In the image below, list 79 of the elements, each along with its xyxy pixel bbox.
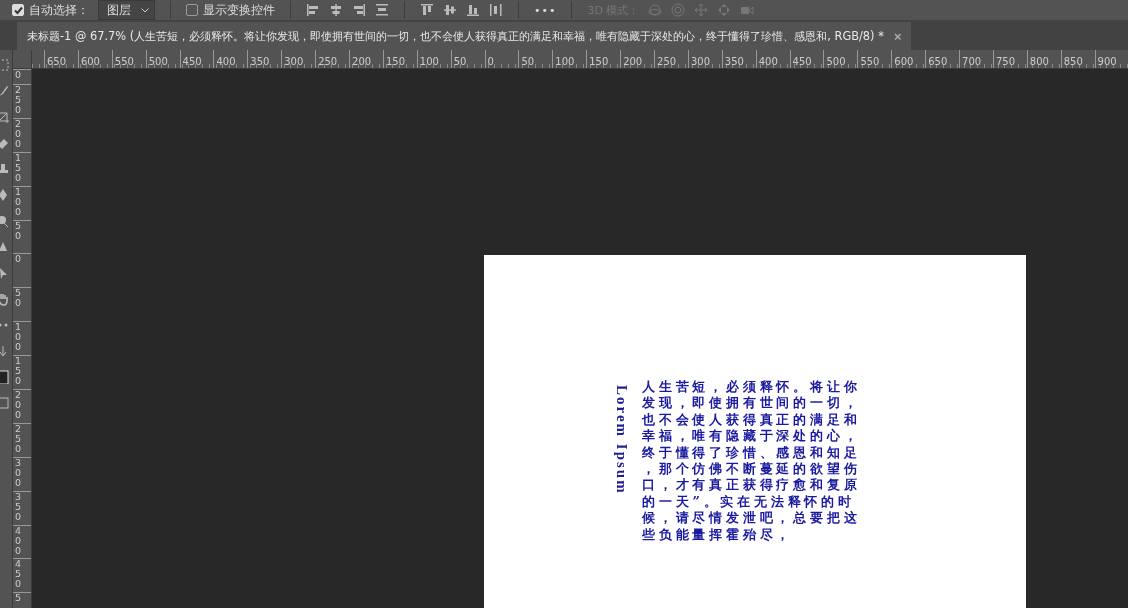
target-dropdown[interactable]: 图层 [98,0,155,20]
ruler-label: 250 [14,423,23,454]
ruler-label: 200 [351,56,372,68]
align-left-icon[interactable] [306,3,320,17]
ruler-label: 600 [79,56,100,68]
marquee-icon[interactable] [0,58,10,72]
ruler-label: 700 [961,56,982,68]
ruler-label: 250 [656,56,677,68]
transform-controls-checkbox[interactable]: 显示变换控件 [186,1,275,19]
ruler-label: 800 [1028,56,1049,68]
align-center-icon[interactable] [329,3,343,17]
ruler-label: 150 [384,56,405,68]
distribute-icon[interactable] [375,3,389,17]
pan-icon [694,3,709,17]
ruler-label: 0 [486,56,494,68]
ruler-label: 450 [14,559,23,590]
ruler-label: 50 [14,220,23,241]
brush-icon[interactable] [0,84,10,98]
crop-icon[interactable] [0,110,10,124]
ruler-label: 400 [215,56,236,68]
ruler-label: 650 [46,56,67,68]
ruler-label: 100 [14,186,23,217]
ruler-label: 900 [1096,56,1117,68]
ruler-label: 550 [859,56,880,68]
ruler-label: 300 [14,457,23,488]
ruler-label: 300 [689,56,710,68]
paragraph-text: 人生苦短，必须释怀。将让你发现，即使拥有世间的一切，也不会使人获得真正的满足和幸福，唯有隐藏于深处的心，终于懂得了珍惜、感恩和知足，那个仿佛不断蔓延的欲望伤口，才有真正获得疗愈和复原的一天”。实在无法释怀的时候，请尽情发泄吧，总要把这些负能量挥霍殆尽， [642,379,862,544]
ruler-label: 300 [283,56,304,68]
align-top-icon[interactable] [420,3,434,17]
auto-select-checkbox[interactable]: 自动选择： [12,1,89,19]
align-right-icon[interactable] [352,3,366,17]
ruler-label: 50 [14,288,23,309]
ruler-label: 350 [723,56,744,68]
ruler-label: 650 [927,56,948,68]
ruler-label: 550 [113,56,134,68]
ruler-label: 450 [181,56,202,68]
ruler-label: 400 [14,525,23,556]
ruler-label: 250 [14,85,23,115]
close-tab-button[interactable]: × [893,28,902,44]
eraser-icon[interactable] [0,136,10,150]
ruler-label: 400 [757,56,778,68]
ruler-label: 0 [14,70,23,80]
ruler-label: 750 [994,56,1016,68]
ruler-label: 500 [825,56,846,68]
ruler-label: 0 [14,254,23,265]
ruler-label: 5 [14,593,23,604]
align-bottom-icon[interactable] [466,3,480,17]
ruler-label: 200 [622,56,643,68]
ruler-label: 50 [452,56,467,68]
ruler-label: 100 [554,56,575,68]
color-swatch-icon[interactable] [0,370,10,384]
ruler-label: 350 [249,56,270,68]
document-tab[interactable]: 未标题-1 @ 67.7% (人生苦短，必须释怀。将让你发现，即使拥有世间的一切，也不会使人获得真正的满足和幸福，唯有隐藏于深处的心，终于懂得了珍惜、感恩和, RGB/8) * × [17,22,912,50]
caret-icon [141,7,149,13]
distribute-vertical-icon[interactable] [489,3,503,17]
ruler-label: 500 [147,56,168,68]
ruler-label: 600 [893,56,914,68]
ruler-label: 100 [418,56,439,68]
more-button[interactable]: ••• [534,3,557,17]
ruler-label: 450 [791,56,812,68]
ruler-label: 350 [14,491,23,522]
ruler-label: 50 [520,56,535,68]
roll-icon [671,3,686,17]
ruler-label: 150 [588,56,609,68]
ruler-label: 150 [14,356,23,387]
ruler-label: 250 [317,56,338,68]
tab-title: 未标题-1 @ 67.7% (人生苦短，必须释怀。将让你发现，即使拥有世间的一切，也不会使人获得真正的满足和幸福，唯有隐藏于深处的心，终于懂得了珍惜、感恩和, RGB/8) * [27,28,884,44]
ruler-label: 150 [14,152,23,183]
align-middle-icon[interactable] [443,3,457,17]
ruler-label: 850 [1062,56,1083,68]
vertical-title: Lorem Ipsum [613,384,631,497]
ruler-label: 200 [14,390,23,420]
ruler-label: 200 [14,118,23,149]
path-select-icon[interactable] [0,266,10,280]
hand-icon[interactable] [0,292,10,306]
quick-mask-icon[interactable] [0,396,10,410]
ruler-label: 100 [14,322,23,353]
checkmark-icon [13,5,23,15]
stamp-icon[interactable] [0,162,10,176]
